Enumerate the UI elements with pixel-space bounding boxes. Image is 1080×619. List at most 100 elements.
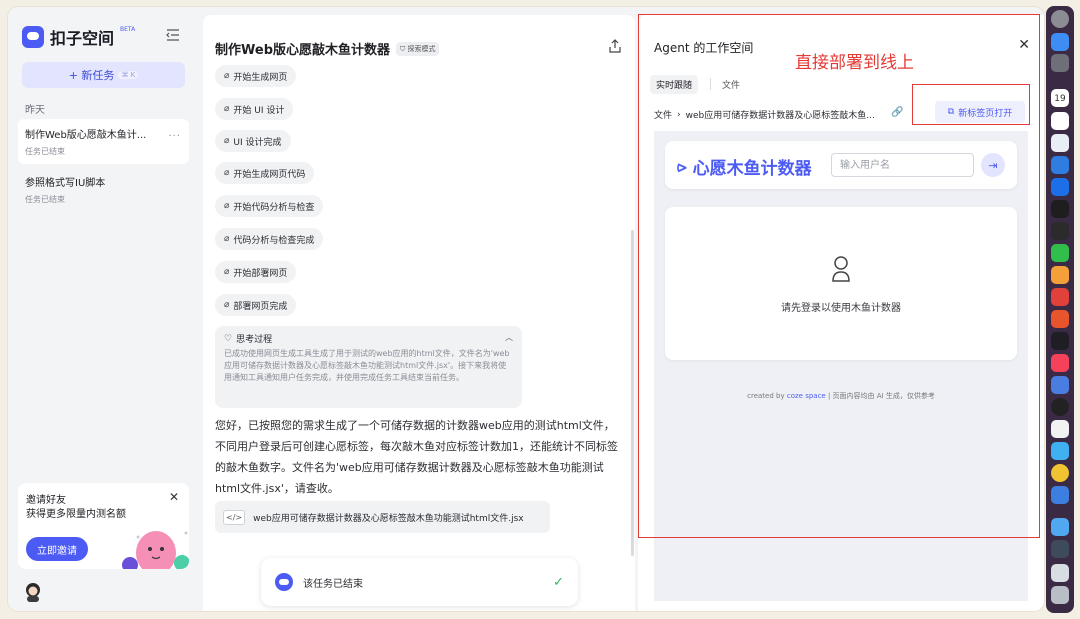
sidebar: 扣子空间 BETA + 新任务 ⌘ K 昨天 制作Web版心愿敲木鱼计... 任…: [8, 7, 198, 611]
cloud-icon[interactable]: [1051, 442, 1069, 460]
step-chip[interactable]: ⌀ 代码分析与检查完成: [215, 228, 324, 250]
annotation-text: 直接部署到线上: [795, 53, 914, 73]
step-chip[interactable]: ⌀ 开始生成网页代码: [215, 162, 315, 184]
terminal-icon[interactable]: [1051, 200, 1069, 218]
new-task-button[interactable]: + 新任务 ⌘ K: [22, 62, 185, 88]
screenshot-icon[interactable]: [1051, 540, 1069, 558]
agent-workspace-panel: Agent 的工作空间 ✕ 实时跟随 文件 文件 › web应用可储存数据计数器…: [638, 15, 1044, 611]
safari-icon[interactable]: [1051, 178, 1069, 196]
clip-icon: ⌀: [224, 300, 230, 310]
task-status-bar: 该任务已结束 ✓: [261, 558, 578, 606]
music-icon[interactable]: [1051, 354, 1069, 372]
search-icon[interactable]: [1051, 376, 1069, 394]
settings-icon[interactable]: [1051, 10, 1069, 28]
close-icon[interactable]: ✕: [1018, 37, 1030, 53]
invite-title: 邀请好友: [26, 495, 66, 506]
chat-panel: 制作Web版心愿敲木鱼计数器 ⛉ 探索模式 ⌀ 开始生成网页 ⌀ 开始 UI 设…: [203, 15, 635, 611]
collapse-sidebar-icon[interactable]: [166, 29, 180, 41]
mode-badge-label: 探索模式: [407, 44, 436, 53]
task-title: 参照格式写IU脚本: [25, 178, 106, 189]
task-status: 任务已结束: [25, 195, 65, 204]
clip-icon: ⌀: [224, 71, 230, 81]
mail-icon[interactable]: [1051, 134, 1069, 152]
code-file-icon: </>: [223, 509, 246, 525]
task-item[interactable]: 制作Web版心愿敲木鱼计... 任务已结束 ···: [18, 119, 189, 164]
check-icon: ✓: [553, 574, 564, 590]
launchpad-icon[interactable]: [1051, 54, 1069, 72]
more-options-icon[interactable]: ···: [168, 131, 181, 142]
wps-icon[interactable]: [1051, 288, 1069, 306]
xcode-icon[interactable]: [1051, 486, 1069, 504]
clip-icon: ⌀: [224, 104, 230, 114]
invite-subtitle: 获得更多限量内测名额: [26, 509, 126, 520]
figma-icon[interactable]: [1051, 222, 1069, 240]
wechat-icon[interactable]: [1051, 244, 1069, 262]
close-icon[interactable]: ✕: [169, 490, 179, 504]
preview-app-header: ⪧ 心愿木鱼计数器 ⇥: [665, 141, 1017, 189]
thinking-title: 思考过程: [236, 335, 273, 345]
thinking-panel[interactable]: ♡ 思考过程 ︿ 已成功使用网页生成工具生成了用于测试的web应用的html文件…: [215, 326, 522, 408]
open-new-tab-button[interactable]: ⧉ 新标签页打开: [935, 101, 1025, 123]
task-item[interactable]: 参照格式写IU脚本 任务已结束: [18, 167, 189, 212]
step-chip[interactable]: ⌀ UI 设计完成: [215, 130, 291, 152]
app-window: 扣子空间 BETA + 新任务 ⌘ K 昨天 制作Web版心愿敲木鱼计... 任…: [8, 7, 1044, 611]
sublime-icon[interactable]: [1051, 266, 1069, 284]
invite-card: 邀请好友 获得更多限量内测名额 ✕ 立即邀请: [18, 483, 189, 569]
chrome-icon[interactable]: [1051, 464, 1069, 482]
step-chip[interactable]: ⌀ 开始部署网页: [215, 261, 297, 283]
task-done-text: 该任务已结束: [303, 578, 363, 590]
browser-icon[interactable]: [1051, 156, 1069, 174]
finder-icon[interactable]: [1051, 33, 1069, 51]
preview-icon[interactable]: [1051, 564, 1069, 582]
app-name: 扣子空间: [50, 29, 115, 48]
panda-icon[interactable]: [1051, 420, 1069, 438]
files-icon[interactable]: [1051, 518, 1069, 536]
history-section-label: 昨天: [25, 105, 45, 116]
credit-brand[interactable]: coze space: [787, 392, 826, 400]
step-label: 部署网页完成: [233, 301, 288, 312]
new-task-shortcut: ⌘ K: [118, 71, 139, 79]
invite-button[interactable]: 立即邀请: [26, 537, 88, 561]
scrollbar[interactable]: [631, 230, 634, 556]
mascot-illustration: [122, 531, 189, 569]
app-logo[interactable]: 扣子空间 BETA: [22, 25, 135, 49]
step-chip[interactable]: ⌀ 开始 UI 设计: [215, 98, 294, 120]
breadcrumb-root[interactable]: 文件: [654, 108, 672, 121]
step-label: 开始代码分析与检查: [233, 202, 315, 213]
file-attachment[interactable]: </> web应用可储存数据计数器及心愿标签敲木鱼功能测试html文件.jsx: [215, 501, 550, 533]
reminders-icon[interactable]: [1051, 112, 1069, 130]
app-icon[interactable]: [1051, 332, 1069, 350]
login-arrow-icon: ⇥: [988, 158, 998, 172]
share-icon[interactable]: [609, 39, 621, 53]
lightbulb-icon: ♡: [224, 333, 233, 344]
web-preview: ⪧ 心愿木鱼计数器 ⇥ 请先登录以使用木鱼计数器 created by coze…: [654, 131, 1028, 601]
external-link-icon: ⧉: [947, 107, 955, 117]
user-avatar[interactable]: [24, 582, 42, 602]
tab-files[interactable]: 文件: [716, 75, 746, 94]
calendar-icon[interactable]: 19: [1051, 89, 1069, 107]
chevron-up-icon[interactable]: ︿: [505, 332, 513, 343]
step-chip[interactable]: ⌀ 部署网页完成: [215, 294, 297, 316]
step-label: 代码分析与检查完成: [233, 235, 315, 246]
preview-credit: created by coze space | 页面内容均由 AI 生成，仅供参…: [654, 391, 1028, 401]
step-label: UI 设计完成: [233, 137, 282, 148]
step-chip[interactable]: ⌀ 开始生成网页: [215, 65, 297, 87]
notes-icon[interactable]: [1051, 310, 1069, 328]
obs-icon[interactable]: [1051, 398, 1069, 416]
trash-icon[interactable]: [1051, 586, 1069, 604]
step-chip[interactable]: ⌀ 开始代码分析与检查: [215, 195, 324, 217]
step-label: 开始部署网页: [233, 268, 288, 279]
clip-icon: ⌀: [224, 136, 230, 146]
breadcrumb-file: web应用可储存数据计数器及心愿标签敲木鱼...: [685, 111, 875, 121]
tab-live-follow[interactable]: 实时跟随: [650, 75, 699, 94]
chat-header: 制作Web版心愿敲木鱼计数器 ⛉ 探索模式: [215, 39, 440, 58]
credit-prefix: created by: [747, 392, 785, 400]
step-label: 开始生成网页: [233, 72, 288, 83]
login-button[interactable]: ⇥: [981, 153, 1005, 177]
tab-divider: [710, 78, 711, 90]
clip-icon: ⌀: [224, 234, 230, 244]
username-input[interactable]: [831, 153, 974, 177]
task-status: 任务已结束: [25, 147, 65, 156]
link-icon[interactable]: 🔗: [891, 107, 903, 118]
task-title: 制作Web版心愿敲木鱼计...: [25, 130, 147, 141]
